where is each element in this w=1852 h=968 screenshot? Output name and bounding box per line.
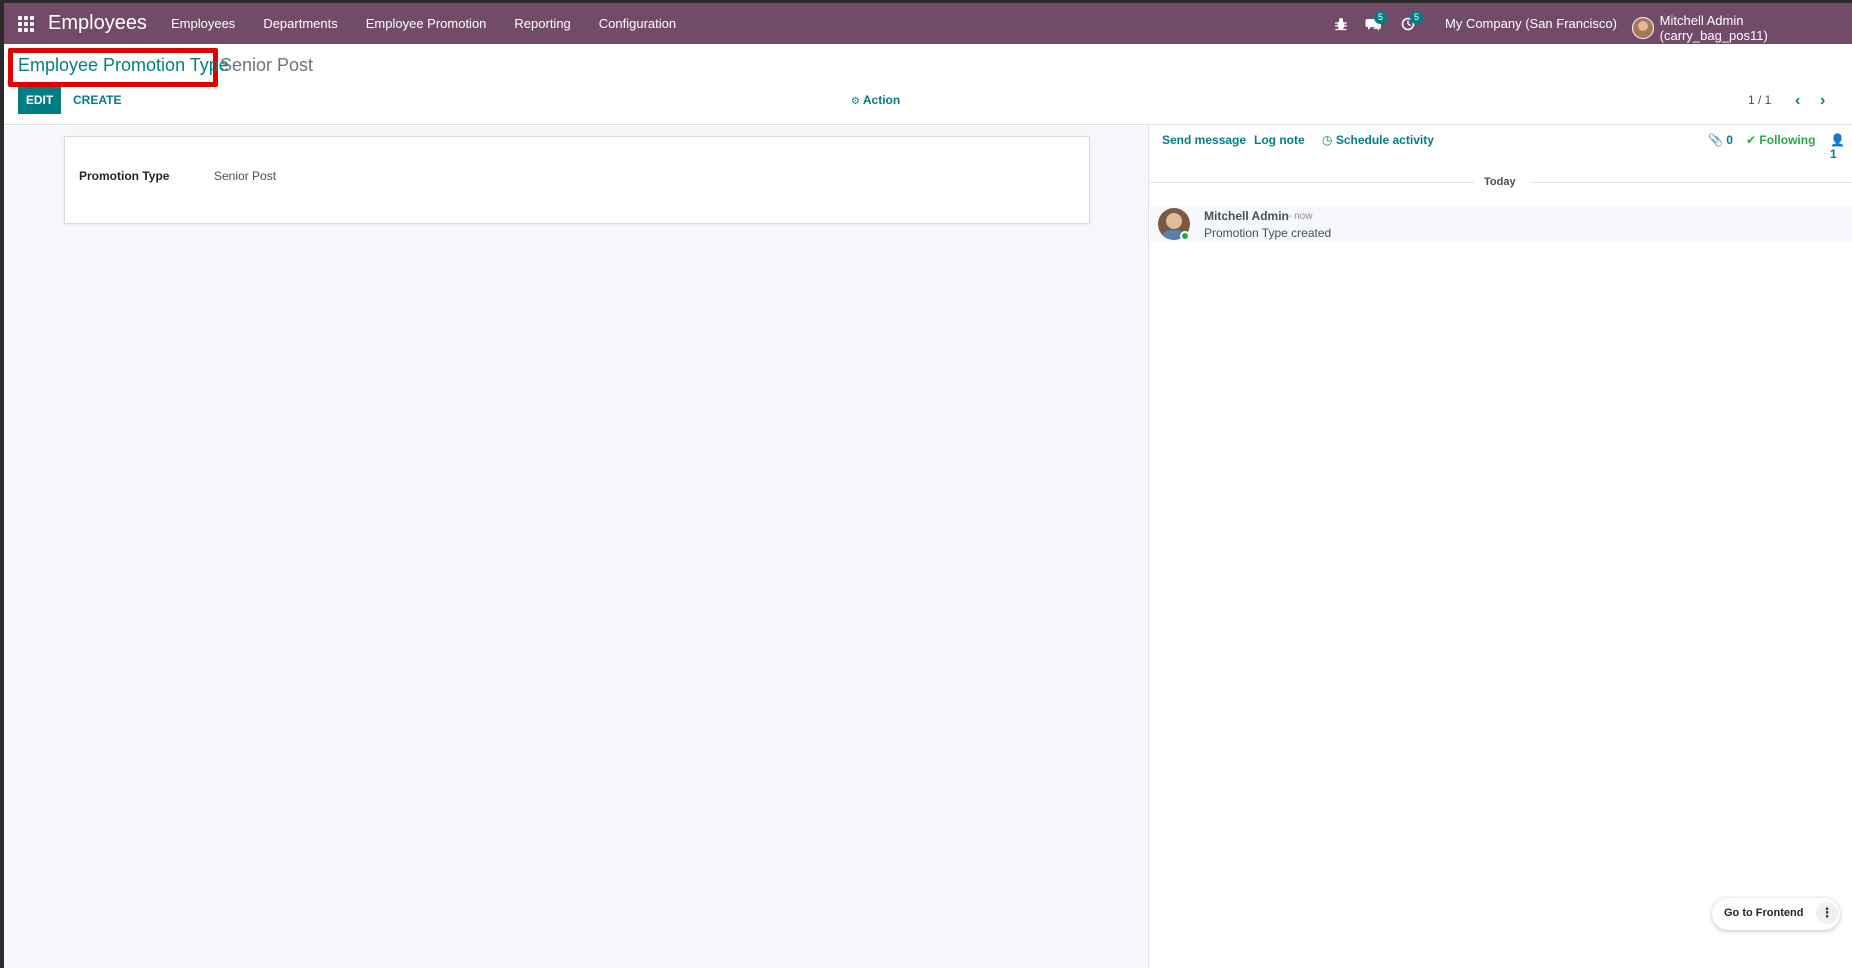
attachments-button[interactable]: 📎 0: [1708, 133, 1733, 147]
followers-count: 1: [1830, 147, 1837, 161]
message-body: Promotion Type created: [1204, 226, 1332, 240]
chatter-message: Mitchell Admin - now Promotion Type crea…: [1150, 206, 1852, 242]
menu-item-configuration[interactable]: Configuration: [585, 3, 690, 44]
form-view: Promotion Type Senior Post: [4, 126, 1149, 968]
top-navbar: Employees Employees Departments Employee…: [4, 3, 1852, 44]
separator-line-right: [1531, 182, 1852, 183]
pager-value[interactable]: 1 / 1: [1748, 87, 1771, 114]
user-name: Mitchell Admin (carry_bag_pos11): [1659, 13, 1768, 43]
company-switcher[interactable]: My Company (San Francisco): [1445, 16, 1617, 31]
person-icon: 👤: [1830, 133, 1845, 147]
breadcrumb-parent-link[interactable]: Employee Promotion Type: [18, 55, 229, 76]
pager-next-chevron-icon[interactable]: ›: [1820, 87, 1825, 114]
send-message-button[interactable]: Send message: [1162, 133, 1246, 147]
breadcrumb-current: Senior Post: [220, 55, 314, 75]
activities-badge: 5: [1410, 11, 1423, 24]
activities-clock-icon[interactable]: [1401, 3, 1415, 44]
attachments-count: 0: [1726, 133, 1733, 147]
message-author[interactable]: Mitchell Admin: [1204, 209, 1289, 223]
form-sheet: Promotion Type Senior Post: [64, 136, 1090, 224]
gear-icon: ⚙: [851, 96, 860, 107]
check-icon: ✔: [1746, 133, 1757, 147]
odoo-window: Employees Employees Departments Employee…: [4, 3, 1852, 968]
pager-previous-chevron-icon[interactable]: ‹: [1795, 87, 1800, 114]
following-label: Following: [1759, 133, 1816, 147]
edit-button[interactable]: EDIT: [18, 87, 61, 114]
clock-icon: ◷: [1322, 133, 1333, 147]
promotion-type-label: Promotion Type: [79, 169, 170, 183]
separator-line-left: [1150, 182, 1474, 183]
debug-bug-icon[interactable]: [1334, 3, 1348, 44]
menu-item-employees[interactable]: Employees: [157, 3, 249, 44]
frontend-widget: Go to Frontend ⋮: [1712, 898, 1840, 930]
menu-item-reporting[interactable]: Reporting: [500, 3, 584, 44]
action-label: Action: [862, 93, 901, 107]
date-separator-label: Today: [1484, 176, 1516, 188]
following-button[interactable]: ✔ Following: [1746, 133, 1815, 147]
user-menu[interactable]: Mitchell Admin (carry_bag_pos11): [1632, 13, 1852, 43]
schedule-activity-label: Schedule activity: [1335, 133, 1434, 147]
menu-item-departments[interactable]: Departments: [249, 3, 351, 44]
app-title[interactable]: Employees: [48, 12, 147, 35]
chatter-topbar: Send message Log note ◷ Schedule activit…: [1150, 126, 1852, 161]
chatter-panel: Send message Log note ◷ Schedule activit…: [1150, 126, 1852, 968]
user-avatar: [1632, 17, 1654, 39]
control-panel: Employee Promotion Type Senior Post EDIT…: [4, 44, 1852, 125]
menu-item-employee-promotion[interactable]: Employee Promotion: [352, 3, 501, 44]
go-to-frontend-button[interactable]: Go to Frontend: [1724, 907, 1803, 919]
date-separator: Today: [1150, 176, 1852, 190]
followers-button[interactable]: 👤 1: [1830, 133, 1852, 161]
online-status-dot: [1180, 231, 1190, 241]
paperclip-icon: 📎: [1708, 133, 1723, 147]
messages-badge: 5: [1374, 11, 1387, 24]
apps-grid-icon[interactable]: [18, 16, 34, 32]
schedule-activity-button[interactable]: ◷ Schedule activity: [1322, 133, 1434, 147]
action-dropdown[interactable]: ⚙ Action: [851, 87, 900, 114]
more-options-icon[interactable]: ⋮: [1816, 902, 1838, 924]
log-note-button[interactable]: Log note: [1254, 133, 1305, 147]
main-menu: Employees Departments Employee Promotion…: [157, 3, 690, 44]
promotion-type-value: Senior Post: [214, 169, 277, 183]
message-time: - now: [1288, 211, 1313, 222]
create-button[interactable]: CREATE: [73, 87, 121, 114]
